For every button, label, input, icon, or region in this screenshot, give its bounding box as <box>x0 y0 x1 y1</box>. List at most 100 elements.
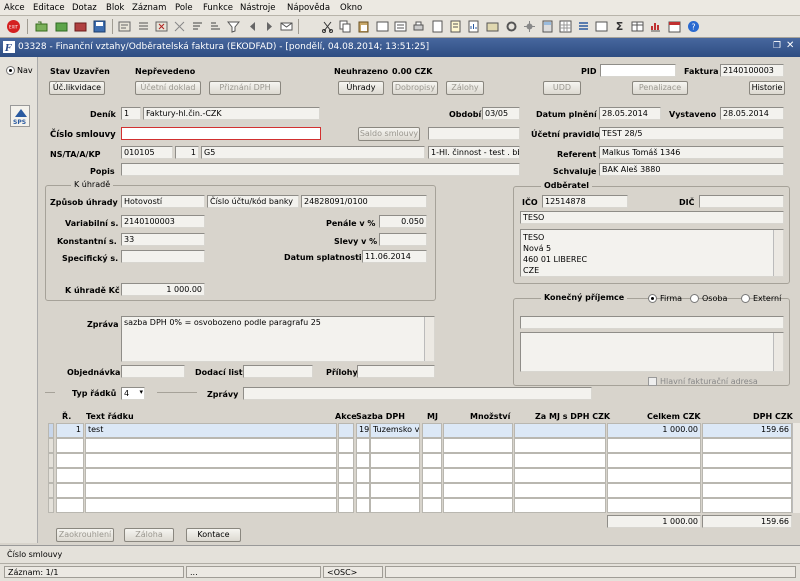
ucetni-pravidlo-field[interactable]: TEST 28/5 <box>599 127 784 140</box>
datum-splatnosti-field[interactable]: 11.06.2014 <box>362 250 427 263</box>
table-row-empty[interactable] <box>48 498 792 513</box>
previous-icon[interactable] <box>245 19 260 34</box>
prijemce-address-field[interactable] <box>520 332 784 372</box>
envelope-icon[interactable] <box>279 19 294 34</box>
cislo-smlouvy-field[interactable] <box>121 127 321 140</box>
specificky-field[interactable] <box>121 250 205 263</box>
udd-button[interactable]: UDD <box>543 81 581 95</box>
prijemce-name-field[interactable] <box>520 316 784 329</box>
slevy-field[interactable] <box>379 233 427 246</box>
form-view-icon[interactable] <box>594 19 609 34</box>
cell-mnozstvi[interactable] <box>443 423 513 438</box>
zalohy-button[interactable]: Zálohy <box>446 81 484 95</box>
table-row[interactable]: 1 test 19 Tuzemsko v 1 000.00 159.66 <box>48 423 792 438</box>
vystaveno-field[interactable]: 28.05.2014 <box>720 107 784 120</box>
osoba-radio[interactable] <box>690 294 699 303</box>
zaloha-button[interactable]: Záloha <box>124 528 174 542</box>
dobropisy-button[interactable]: Dobropisy <box>392 81 438 95</box>
table-row-empty[interactable] <box>48 438 792 453</box>
denik-text-field[interactable]: Faktury-hl.čin.-CZK <box>143 107 320 120</box>
uc-likvidace-button[interactable]: Úč.likvidace <box>49 81 105 95</box>
hlavni-adresa-checkbox[interactable] <box>648 377 657 386</box>
next-icon[interactable] <box>262 19 277 34</box>
typ-radku-select[interactable]: 4 ▾ <box>121 387 145 400</box>
cell-celkem[interactable]: 1 000.00 <box>607 423 701 438</box>
penalizace-button[interactable]: Penalizace <box>632 81 688 95</box>
filter-icon[interactable] <box>226 19 241 34</box>
document-icon[interactable] <box>430 19 445 34</box>
prilohy-field[interactable] <box>357 365 435 378</box>
delete-record-icon[interactable] <box>73 19 88 34</box>
query-icon[interactable] <box>117 19 132 34</box>
menu-editace[interactable]: Editace <box>33 3 65 13</box>
cell-za-mj[interactable] <box>514 423 606 438</box>
ucetni-doklad-button[interactable]: Účetní doklad <box>135 81 201 95</box>
externi-radio[interactable] <box>741 294 750 303</box>
list-view-icon[interactable] <box>576 19 591 34</box>
calendar-icon[interactable] <box>667 19 682 34</box>
saldo-smlouvy-button[interactable]: Saldo smlouvy <box>358 127 420 141</box>
zprava-field[interactable]: sazba DPH 0% = osvobozeno podle paragraf… <box>121 316 435 362</box>
table-row-empty[interactable] <box>48 483 792 498</box>
table-row-empty[interactable] <box>48 453 792 468</box>
menu-napoveda[interactable]: Nápověda <box>287 3 330 13</box>
nav-radio[interactable] <box>6 66 15 75</box>
schvaluje-field[interactable]: BAK Aleš 3880 <box>599 163 784 176</box>
cell-akce[interactable] <box>338 423 354 438</box>
objednavka-field[interactable] <box>121 365 185 378</box>
denik-number-field[interactable]: 1 <box>121 107 141 120</box>
table-icon[interactable] <box>630 19 645 34</box>
cell-sazba-num[interactable]: 19 <box>356 423 370 438</box>
referent-field[interactable]: Malkus Tomáš 1346 <box>599 146 784 159</box>
menu-blok[interactable]: Blok <box>106 3 124 13</box>
save-icon[interactable] <box>92 19 107 34</box>
attachment-icon[interactable] <box>485 19 500 34</box>
dodaci-list-field[interactable] <box>243 365 313 378</box>
sort-desc-icon[interactable] <box>208 19 223 34</box>
kp-field[interactable]: 1-Hl. činnost - test . bbb <box>428 146 520 159</box>
ta-field[interactable]: 1 <box>175 146 199 159</box>
new-record-icon[interactable] <box>34 19 49 34</box>
tools-icon[interactable] <box>504 19 519 34</box>
konstantni-field[interactable]: 33 <box>121 233 205 246</box>
obdobi-field[interactable]: 03/05 <box>482 107 520 120</box>
kontace-button[interactable]: Kontace <box>186 528 241 542</box>
cell-r[interactable]: 1 <box>56 423 84 438</box>
odberatel-name-field[interactable]: TESO <box>520 211 784 224</box>
cell-sazba[interactable]: Tuzemsko v <box>370 423 420 438</box>
firma-radio[interactable] <box>648 294 657 303</box>
penale-field[interactable]: 0.050 <box>379 215 427 228</box>
faktura-field[interactable]: 2140100003 <box>720 64 784 77</box>
zaokrouhleni-button[interactable]: Zaokrouhlení <box>56 528 114 542</box>
print-icon[interactable] <box>411 19 426 34</box>
pid-field[interactable] <box>600 64 676 77</box>
prijemce-scrollbar[interactable] <box>773 333 783 371</box>
dic-field[interactable] <box>699 195 784 208</box>
menu-nastroje[interactable]: Nástroje <box>240 3 275 13</box>
ns-field[interactable]: 010105 <box>121 146 173 159</box>
sort-icon[interactable] <box>190 19 205 34</box>
query-list-icon[interactable] <box>136 19 151 34</box>
menu-okno[interactable]: Okno <box>340 3 362 13</box>
zprava-scrollbar[interactable] <box>424 317 434 361</box>
menu-funkce[interactable]: Funkce <box>203 3 233 13</box>
calculator-icon[interactable] <box>540 19 555 34</box>
menu-zaznam[interactable]: Záznam <box>132 3 166 13</box>
cell-dph[interactable]: 159.66 <box>702 423 792 438</box>
notes-icon[interactable] <box>448 19 463 34</box>
paste-icon[interactable] <box>356 19 371 34</box>
cell-mj[interactable] <box>422 423 442 438</box>
address-scrollbar[interactable] <box>773 230 783 276</box>
list-icon[interactable] <box>393 19 408 34</box>
cell-text[interactable]: test <box>85 423 337 438</box>
smlouva-extra-field[interactable] <box>428 127 520 140</box>
a-field[interactable]: G5 <box>201 146 425 159</box>
cislo-uctu-field[interactable]: 24828091/0100 <box>301 195 427 208</box>
popis-field[interactable] <box>121 163 520 176</box>
cut-icon[interactable] <box>320 19 335 34</box>
datum-plneni-field[interactable]: 28.05.2014 <box>599 107 661 120</box>
menu-akce[interactable]: Akce <box>4 3 25 13</box>
table-scrollbar[interactable] <box>792 423 800 513</box>
odberatel-address-field[interactable]: TESO Nová 5 460 01 LIBEREC CZE <box>520 229 784 277</box>
variabilni-field[interactable]: 2140100003 <box>121 215 205 228</box>
